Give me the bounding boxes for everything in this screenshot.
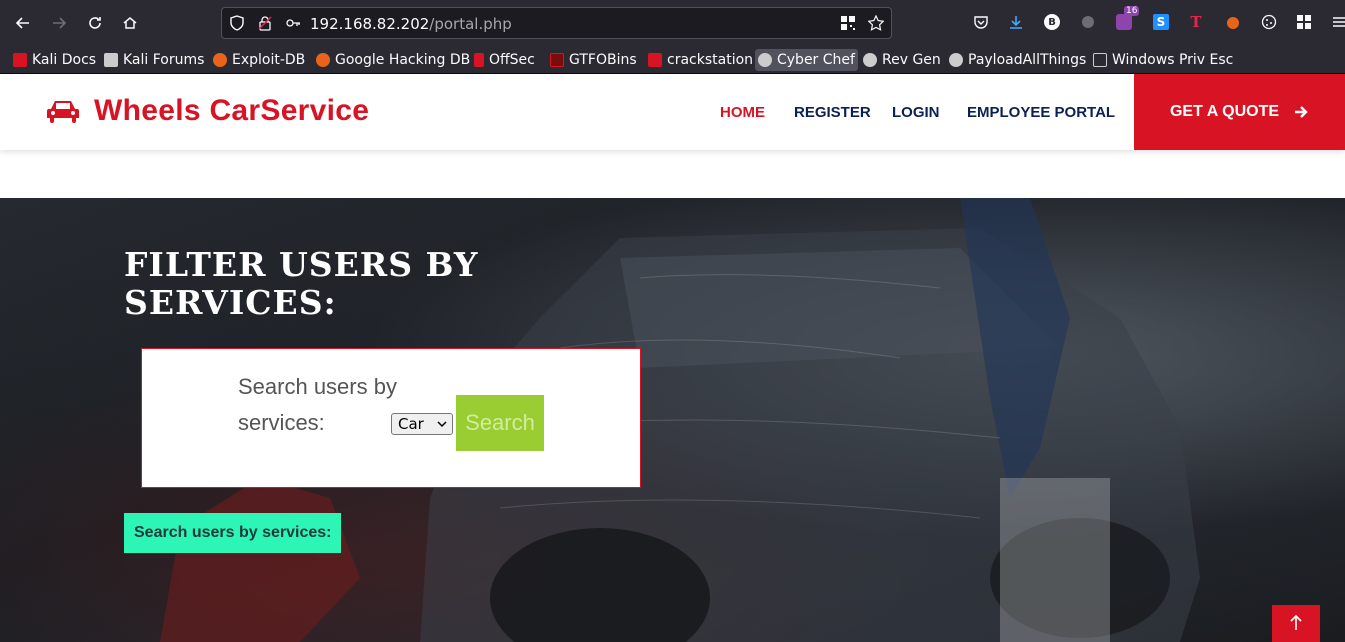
filter-label: Search users by services: xyxy=(238,374,397,435)
book-icon xyxy=(1093,53,1107,67)
bookmark-payloadallthings[interactable]: PayloadAllThings xyxy=(946,49,1089,71)
search-button[interactable]: Search xyxy=(456,395,544,451)
page-title: FILTER USERS BY SERVICES: xyxy=(124,245,479,322)
skull-icon xyxy=(863,53,877,67)
forward-icon[interactable] xyxy=(47,11,71,35)
pocket-icon[interactable] xyxy=(971,12,991,32)
ghdb-icon xyxy=(316,53,330,67)
extension-fox-icon[interactable] xyxy=(1223,12,1243,32)
service-select-value: Car xyxy=(398,415,424,433)
bookmark-kali-docs[interactable]: Kali Docs xyxy=(10,49,99,71)
bookmark-gtfobins[interactable]: GTFOBins xyxy=(547,49,640,71)
gtfobins-icon xyxy=(550,53,564,67)
extension-badge-count: 16 xyxy=(1124,6,1140,16)
filter-form: Search users by services: Car Search xyxy=(141,348,641,488)
extension-badge-icon[interactable]: 16 xyxy=(1114,6,1140,32)
key-icon[interactable] xyxy=(284,14,302,32)
car-icon xyxy=(47,101,79,123)
reload-icon[interactable] xyxy=(83,11,107,35)
brand-name: Wheels CarService xyxy=(94,94,370,127)
cyber-chef-icon xyxy=(758,53,772,67)
result-label: Search users by services: xyxy=(124,513,342,553)
hero-section: FILTER USERS BY SERVICES: Search users b… xyxy=(0,198,1345,642)
kali-forums-icon xyxy=(104,53,118,67)
bookmark-offsec[interactable]: OffSec xyxy=(471,49,538,71)
bookmark-cyber-chef[interactable]: Cyber Chef xyxy=(755,49,858,71)
browser-toolbar: 192.168.82.202/portal.php B 16 S T xyxy=(0,0,1345,46)
nav-employee-portal[interactable]: EMPLOYEE PORTAL xyxy=(967,104,1115,121)
bookmark-crackstation[interactable]: crackstation xyxy=(645,49,756,71)
menu-icon[interactable] xyxy=(1329,12,1345,32)
url-bar[interactable]: 192.168.82.202/portal.php xyxy=(221,7,892,39)
qr-code-icon[interactable] xyxy=(839,14,857,32)
nav-register[interactable]: REGISTER xyxy=(794,104,871,121)
extensions-icon[interactable] xyxy=(1294,12,1314,32)
bookmark-google-hacking-db[interactable]: Google Hacking DB xyxy=(313,49,473,71)
bookmark-rev-gen[interactable]: Rev Gen xyxy=(860,49,944,71)
nav-home[interactable]: HOME xyxy=(720,104,765,121)
bookmark-windows-priv-esc[interactable]: Windows Priv Esc xyxy=(1090,49,1236,71)
brand-logo[interactable]: Wheels CarService xyxy=(46,94,369,128)
arrow-right-icon xyxy=(1295,106,1308,118)
home-icon[interactable] xyxy=(118,11,142,35)
extension-b-icon[interactable]: B xyxy=(1042,12,1062,32)
extension-s-icon[interactable]: S xyxy=(1151,12,1171,32)
extension-cookie-icon[interactable] xyxy=(1259,12,1279,32)
bookmark-kali-forums[interactable]: Kali Forums xyxy=(101,49,207,71)
shield-icon[interactable] xyxy=(228,14,246,32)
bookmark-exploit-db[interactable]: Exploit-DB xyxy=(210,49,308,71)
extension-puzzle-icon[interactable] xyxy=(1078,12,1098,32)
download-icon[interactable] xyxy=(1006,12,1026,32)
get-a-quote-label: GET A QUOTE xyxy=(1169,103,1280,120)
lock-warning-icon[interactable] xyxy=(256,14,274,32)
chevron-down-icon xyxy=(437,414,447,441)
extension-t-icon[interactable]: T xyxy=(1186,12,1206,32)
site-header: Wheels CarService HOME REGISTER LOGIN EM… xyxy=(0,74,1345,150)
header-spacer xyxy=(0,150,1345,198)
get-a-quote-button[interactable]: GET A QUOTE xyxy=(1134,74,1345,150)
github-icon xyxy=(949,53,963,67)
url-text[interactable]: 192.168.82.202/portal.php xyxy=(310,15,512,33)
nav-login[interactable]: LOGIN xyxy=(892,104,940,121)
crackstation-icon xyxy=(648,53,662,67)
bookmarks-bar: Kali Docs Kali Forums Exploit-DB Google … xyxy=(0,46,1345,74)
exploit-db-icon xyxy=(213,53,227,67)
arrow-up-icon xyxy=(1290,614,1302,630)
service-select[interactable]: Car xyxy=(391,413,453,435)
bookmark-star-icon[interactable] xyxy=(867,14,885,32)
back-icon[interactable] xyxy=(11,11,35,35)
back-to-top-button[interactable] xyxy=(1272,605,1320,642)
kali-docs-icon xyxy=(13,53,27,67)
offsec-icon xyxy=(474,53,484,67)
